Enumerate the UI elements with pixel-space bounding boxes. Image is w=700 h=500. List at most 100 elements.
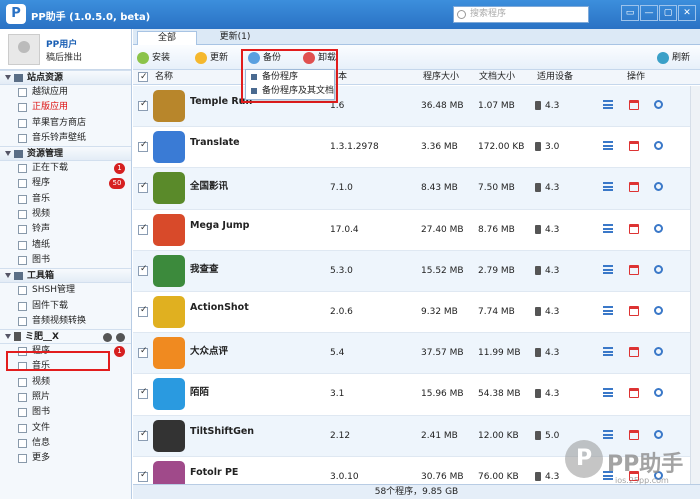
- backup-apps-option[interactable]: 备份程序: [246, 70, 334, 84]
- install-button[interactable]: 安装: [137, 51, 170, 65]
- delete-icon[interactable]: [629, 264, 639, 275]
- device-item[interactable]: 视频: [0, 375, 131, 390]
- device-item[interactable]: 信息: [0, 436, 131, 451]
- sidebar-item[interactable]: 墙纸: [0, 238, 131, 253]
- table-row[interactable]: TiltShiftGen 2.12 2.41 MB 12.00 KB 5.0: [133, 415, 700, 457]
- maximize-button[interactable]: ▢: [659, 5, 677, 21]
- row-checkbox[interactable]: [138, 387, 148, 400]
- col-version[interactable]: 本: [338, 70, 347, 85]
- table-row[interactable]: ActionShot 2.0.6 9.32 MB 7.74 MB 4.3: [133, 292, 700, 334]
- user-name[interactable]: PP用户: [46, 37, 77, 50]
- locate-icon[interactable]: [654, 182, 663, 192]
- sidebar-item[interactable]: 图书: [0, 253, 131, 268]
- collapse-triangle-icon[interactable]: [5, 75, 11, 80]
- table-row[interactable]: Translate 1.3.1.2978 3.36 MB 172.00 KB 3.0: [133, 127, 700, 169]
- delete-icon[interactable]: [629, 347, 639, 358]
- row-checkbox[interactable]: [138, 470, 148, 482]
- details-icon[interactable]: [603, 429, 613, 439]
- sidebar-item[interactable]: 铃声: [0, 222, 131, 237]
- delete-icon[interactable]: [629, 141, 639, 152]
- minimize-button[interactable]: —: [640, 5, 658, 21]
- delete-icon[interactable]: [629, 182, 639, 193]
- col-size[interactable]: 程序大小: [423, 70, 459, 85]
- search-input[interactable]: 搜索程序: [453, 6, 589, 23]
- sidebar-item[interactable]: 正在下载 1: [0, 161, 131, 176]
- locate-icon[interactable]: [654, 429, 663, 439]
- sidebar-item[interactable]: 音乐铃声壁纸: [0, 131, 131, 146]
- details-icon[interactable]: [603, 223, 613, 233]
- table-row[interactable]: Temple Run1.636.48 MB1.07 MB4.3: [133, 86, 700, 128]
- backup-apps-docs-option[interactable]: 备份程序及其文档: [246, 84, 334, 98]
- delete-icon[interactable]: [629, 429, 639, 440]
- sidebar-item[interactable]: 视频: [0, 207, 131, 222]
- delete-icon[interactable]: [629, 470, 639, 481]
- refresh-button[interactable]: 刷新: [656, 51, 690, 65]
- sidebar-item[interactable]: 越狱应用: [0, 85, 131, 100]
- locate-icon[interactable]: [654, 223, 663, 233]
- device-item[interactable]: 更多: [0, 451, 131, 466]
- row-checkbox[interactable]: [138, 223, 148, 235]
- user-status[interactable]: 稿后推出: [46, 50, 82, 63]
- details-icon[interactable]: [603, 100, 613, 109]
- eject-icon[interactable]: [116, 333, 125, 343]
- sidebar-section-header[interactable]: 资源管理: [0, 146, 131, 162]
- row-checkbox[interactable]: [138, 346, 148, 359]
- sidebar-item[interactable]: 音频视频转换: [0, 314, 131, 329]
- collapse-triangle-icon[interactable]: [5, 151, 11, 157]
- close-button[interactable]: ✕: [678, 5, 696, 21]
- tab-all[interactable]: 全部: [137, 31, 197, 45]
- details-icon[interactable]: [603, 305, 613, 315]
- delete-icon[interactable]: [629, 100, 639, 110]
- select-all-checkbox[interactable]: [138, 70, 148, 85]
- row-checkbox[interactable]: [138, 429, 148, 441]
- scrollbar[interactable]: [690, 86, 700, 489]
- details-icon[interactable]: [603, 347, 613, 357]
- device-item[interactable]: 文件: [0, 421, 131, 436]
- avatar[interactable]: [8, 34, 40, 65]
- details-icon[interactable]: [603, 388, 613, 398]
- details-icon[interactable]: [603, 470, 613, 480]
- details-icon[interactable]: [603, 141, 613, 151]
- col-device[interactable]: 适用设备: [537, 70, 573, 85]
- delete-icon[interactable]: [629, 305, 639, 316]
- sidebar-item[interactable]: 固件下载: [0, 299, 131, 314]
- tab-updates[interactable]: 更新(1): [205, 31, 265, 45]
- delete-icon[interactable]: [629, 388, 639, 399]
- locate-icon[interactable]: [654, 141, 663, 151]
- table-row[interactable]: 我查查 5.3.0 15.52 MB 2.79 MB 4.3: [133, 250, 700, 292]
- sidebar-item[interactable]: SHSH管理: [0, 283, 131, 298]
- collapse-triangle-icon[interactable]: [5, 334, 11, 340]
- row-checkbox[interactable]: [138, 264, 148, 276]
- row-checkbox[interactable]: [138, 99, 148, 111]
- table-row[interactable]: Mega Jump 17.0.4 27.40 MB 8.76 MB 4.3: [133, 210, 700, 251]
- row-checkbox[interactable]: [138, 140, 148, 153]
- locate-icon[interactable]: [654, 100, 663, 109]
- col-docsize[interactable]: 文档大小: [479, 70, 515, 85]
- locate-icon[interactable]: [654, 470, 663, 480]
- device-item[interactable]: 图书: [0, 405, 131, 420]
- sidebar-section-header[interactable]: 站点资源: [0, 70, 131, 85]
- locate-icon[interactable]: [654, 305, 663, 315]
- sidebar-section-header[interactable]: 工具箱: [0, 268, 131, 284]
- locate-icon[interactable]: [654, 347, 663, 357]
- device-section-header[interactable]: ミ肥__X: [0, 329, 131, 345]
- details-icon[interactable]: [603, 264, 613, 274]
- device-item[interactable]: 照片: [0, 390, 131, 405]
- row-checkbox[interactable]: [138, 305, 148, 317]
- locate-icon[interactable]: [654, 388, 663, 398]
- collapse-triangle-icon[interactable]: [5, 273, 11, 279]
- sidebar-item[interactable]: 音乐: [0, 192, 131, 207]
- sidebar-item[interactable]: 程序 50: [0, 176, 131, 191]
- delete-icon[interactable]: [629, 223, 639, 234]
- table-row[interactable]: 全国影讯 7.1.0 8.43 MB 7.50 MB 4.3: [133, 168, 700, 210]
- skin-button[interactable]: ▭: [621, 5, 639, 21]
- details-icon[interactable]: [603, 182, 613, 192]
- table-row[interactable]: 大众点评 5.4 37.57 MB 11.99 MB 4.3: [133, 333, 700, 375]
- col-name[interactable]: 名称: [155, 70, 173, 85]
- row-checkbox[interactable]: [138, 181, 148, 194]
- sidebar-item[interactable]: 正版应用: [0, 100, 131, 115]
- locate-icon[interactable]: [654, 264, 663, 274]
- update-button[interactable]: 更新: [195, 51, 228, 65]
- sidebar-item[interactable]: 苹果官方商店: [0, 116, 131, 131]
- table-row[interactable]: 陌陌 3.1 15.96 MB 54.38 MB 4.3: [133, 374, 700, 416]
